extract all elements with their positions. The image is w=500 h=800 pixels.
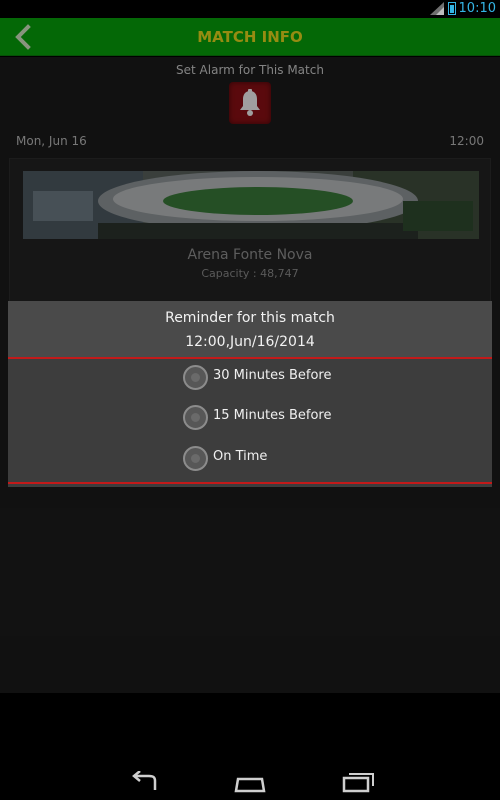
radio-option-label: 30 Minutes Before [213,368,332,383]
divider [8,482,492,484]
radio-option-label: On Time [213,449,268,464]
dialog-title: Reminder for this match [165,310,335,326]
dialog-datetime: 12:00,Jun/16/2014 [185,334,315,350]
nav-home-button[interactable] [230,771,270,795]
recents-icon [342,773,374,793]
radio-option-30-minutes[interactable]: 30 Minutes Before [183,363,403,391]
radio-button-icon[interactable] [183,446,208,471]
divider [8,357,492,359]
radio-button-icon[interactable] [183,365,208,390]
dialog-header: Reminder for this match 12:00,Jun/16/201… [8,301,492,357]
radio-option-on-time[interactable]: On Time [183,444,403,472]
battery-icon [448,2,456,15]
home-icon [234,777,266,793]
status-time: 10:10 [458,1,496,16]
signal-icon [430,2,444,15]
status-bar: 10:10 [0,0,500,18]
radio-button-icon[interactable] [183,405,208,430]
back-arrow-icon [132,770,157,790]
radio-option-label: 15 Minutes Before [213,408,332,423]
screen: 10:10 MATCH INFO Set Alarm for This Matc… [0,0,500,800]
reminder-dialog: Reminder for this match 12:00,Jun/16/201… [8,301,492,487]
nav-recents-button[interactable] [338,771,378,795]
navigation-bar [0,693,500,800]
radio-option-15-minutes[interactable]: 15 Minutes Before [183,403,403,431]
nav-back-button[interactable] [125,770,165,795]
